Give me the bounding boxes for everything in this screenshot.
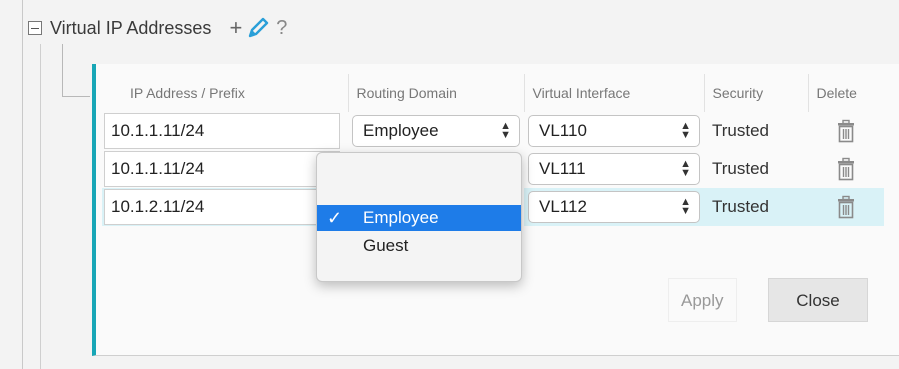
updown-arrows-icon: ▲ ▼ [680, 120, 691, 141]
virtual-interface-select[interactable]: VL111 ▲ ▼ [528, 153, 700, 185]
column-header-security: Security [704, 74, 809, 112]
ip-prefix-input[interactable]: 10.1.1.11/24 [104, 151, 340, 187]
updown-arrows-icon: ▲ ▼ [500, 120, 511, 141]
column-header-virtual-interface: Virtual Interface [524, 74, 705, 112]
table-row: 10.1.1.11/24 Employee ▲ ▼ VL110 ▲ ▼ Truste… [102, 112, 884, 150]
dropdown-option-employee[interactable]: ✓ Employee [317, 205, 521, 231]
column-header-delete: Delete [816, 85, 857, 101]
plus-icon[interactable]: + [229, 17, 242, 39]
minus-box-icon[interactable] [28, 21, 42, 35]
section-title: Virtual IP Addresses [50, 17, 212, 38]
pencil-icon[interactable] [246, 16, 270, 40]
dropdown-option-guest[interactable]: Guest [317, 233, 521, 259]
section-header: Virtual IP Addresses + ? [28, 14, 287, 42]
virtual-interface-value: VL110 [539, 121, 587, 140]
routing-domain-select[interactable]: Employee ▲ ▼ [352, 115, 520, 147]
virtual-interface-select[interactable]: VL112 ▲ ▼ [528, 191, 700, 223]
virtual-interface-select[interactable]: VL110 ▲ ▼ [528, 115, 700, 147]
security-value: Trusted [712, 121, 770, 140]
ip-prefix-input[interactable]: 10.1.2.11/24 [104, 189, 340, 225]
virtual-interface-value: VL111 [539, 159, 586, 178]
column-header-ip: IP Address / Prefix [102, 74, 349, 112]
dropdown-option-label: Employee [363, 208, 439, 227]
tree-guide-line [40, 44, 41, 369]
security-value: Trusted [712, 159, 770, 178]
table-header-row: IP Address / Prefix Routing Domain Virtu… [102, 74, 884, 112]
updown-arrows-icon: ▲ ▼ [680, 196, 691, 217]
tree-connector-vertical [62, 44, 63, 96]
dropdown-option-label: Guest [363, 236, 409, 255]
routing-domain-dropdown-menu: ✓ Employee Guest [316, 152, 522, 282]
checkmark-icon: ✓ [327, 208, 343, 228]
virtual-interface-value: VL112 [539, 197, 587, 216]
updown-arrows-icon: ▲ ▼ [680, 158, 691, 179]
tree-connector-horizontal [62, 96, 90, 97]
question-icon[interactable]: ? [276, 17, 287, 40]
trash-icon[interactable] [835, 195, 857, 219]
column-header-routing-domain: Routing Domain [348, 74, 525, 112]
apply-button[interactable]: Apply [668, 278, 737, 322]
ip-prefix-input[interactable]: 10.1.1.11/24 [104, 113, 340, 149]
close-button[interactable]: Close [768, 278, 868, 322]
trash-icon[interactable] [835, 157, 857, 181]
routing-domain-value: Employee [363, 121, 439, 140]
trash-icon[interactable] [835, 119, 857, 143]
security-value: Trusted [712, 197, 770, 216]
